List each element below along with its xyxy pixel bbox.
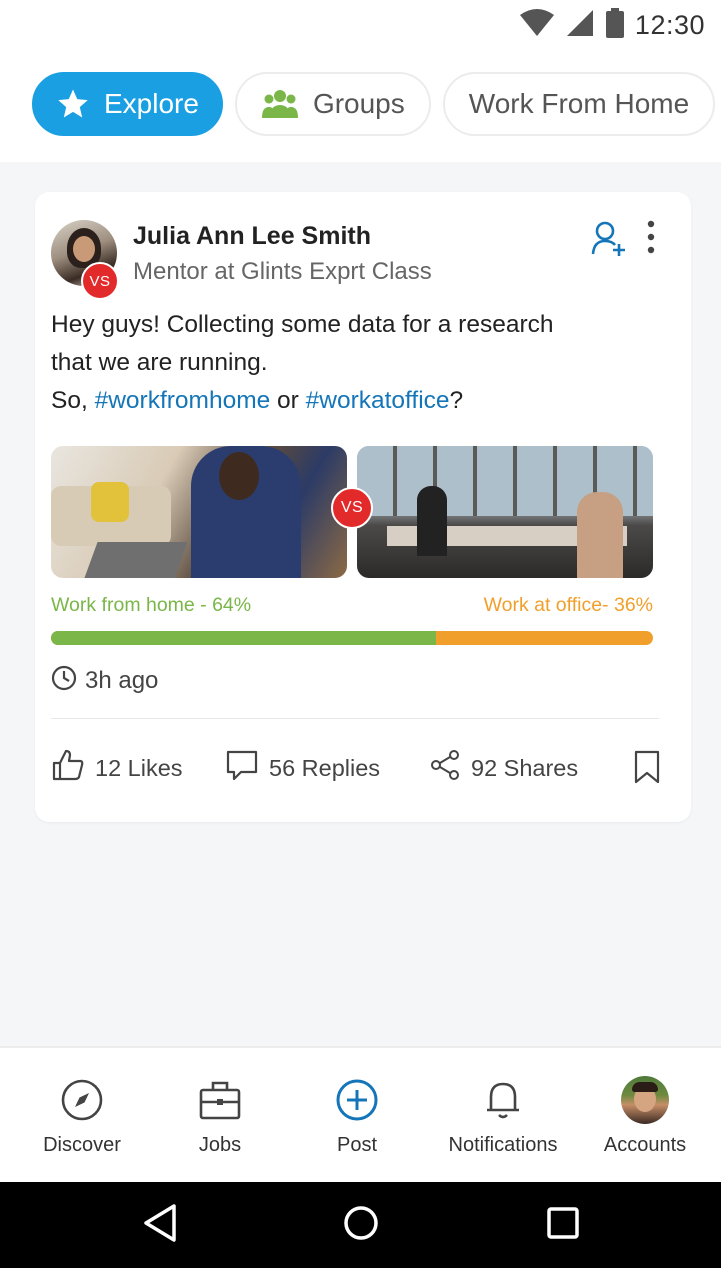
- wifi-icon: [519, 8, 555, 42]
- nav-notifications[interactable]: Notifications: [428, 1076, 578, 1157]
- poll-option-office-image[interactable]: [357, 446, 653, 578]
- compass-icon: [60, 1076, 104, 1124]
- more-vertical-icon: [641, 220, 661, 262]
- chip-groups[interactable]: Groups: [234, 72, 431, 136]
- chip-explore[interactable]: Explore: [32, 72, 223, 136]
- poll-option-home-image[interactable]: [51, 446, 347, 578]
- avatar: [621, 1076, 669, 1124]
- battery-icon: [605, 7, 625, 43]
- feed: VS Julia Ann Lee Smith Mentor at Glints …: [0, 162, 721, 1046]
- more-options-button[interactable]: [641, 218, 661, 258]
- signal-icon: [565, 8, 595, 43]
- post-card: VS Julia Ann Lee Smith Mentor at Glints …: [35, 192, 691, 822]
- bottom-nav: Discover Jobs Post Notifications Account…: [0, 1046, 721, 1182]
- chip-label: Explore: [104, 88, 199, 119]
- briefcase-icon: [198, 1076, 242, 1124]
- author-name[interactable]: Julia Ann Lee Smith: [133, 222, 371, 251]
- thumbs-up-icon: [51, 748, 85, 788]
- chip-work-from-home[interactable]: Work From Home: [442, 72, 716, 136]
- status-time: 12:30: [634, 9, 705, 40]
- home-circle-icon: [343, 1205, 379, 1246]
- bell-icon: [481, 1076, 525, 1124]
- chip-label: Work From Home: [468, 88, 690, 119]
- share-icon: [429, 749, 461, 787]
- poll-progress-bar: [51, 631, 653, 645]
- plus-circle-icon: [335, 1076, 379, 1124]
- nav-discover[interactable]: Discover: [7, 1076, 157, 1157]
- bookmark-button[interactable]: [633, 750, 661, 790]
- share-button[interactable]: 92 Shares: [429, 749, 578, 787]
- add-user-button[interactable]: [591, 220, 627, 258]
- back-triangle-icon: [142, 1203, 178, 1248]
- poll-result-home: Work from home - 64%: [51, 594, 252, 616]
- poll-result-office: Work at office- 36%: [483, 594, 653, 616]
- home-button[interactable]: [336, 1200, 386, 1250]
- recents-button[interactable]: [538, 1200, 588, 1250]
- like-button[interactable]: 12 Likes: [51, 748, 183, 788]
- hashtag-workatoffice[interactable]: #workatoffice: [306, 387, 450, 414]
- author-role: Mentor at Glints Exprt Class: [133, 258, 432, 285]
- nav-jobs[interactable]: Jobs: [145, 1076, 295, 1157]
- system-nav-bar: [0, 1182, 721, 1268]
- poll-progress-home: [51, 631, 437, 645]
- add-user-icon: [591, 221, 627, 262]
- hashtag-workfromhome[interactable]: #workfromhome: [95, 387, 271, 414]
- comment-icon: [225, 748, 259, 788]
- status-bar: 12:30: [0, 0, 721, 50]
- filter-chips: Explore Groups Work From Home: [32, 72, 721, 138]
- star-icon: [56, 87, 90, 121]
- nav-accounts[interactable]: Accounts: [570, 1076, 720, 1157]
- back-button[interactable]: [135, 1200, 185, 1250]
- vs-divider-badge: VS: [331, 487, 373, 529]
- post-actions: 12 Likes 56 Replies 92 Shares: [51, 748, 661, 788]
- bookmark-icon: [633, 750, 661, 790]
- chip-label: Groups: [312, 88, 405, 119]
- vs-badge: VS: [81, 262, 119, 300]
- nav-post[interactable]: Post: [282, 1076, 432, 1157]
- post-text: Hey guys! Collecting some data for a res…: [51, 311, 554, 414]
- divider: [51, 718, 659, 719]
- clock-icon: [51, 665, 77, 698]
- group-icon: [261, 88, 299, 120]
- post-timestamp: 3h ago: [51, 665, 158, 698]
- reply-button[interactable]: 56 Replies: [225, 748, 380, 788]
- recents-square-icon: [546, 1206, 580, 1245]
